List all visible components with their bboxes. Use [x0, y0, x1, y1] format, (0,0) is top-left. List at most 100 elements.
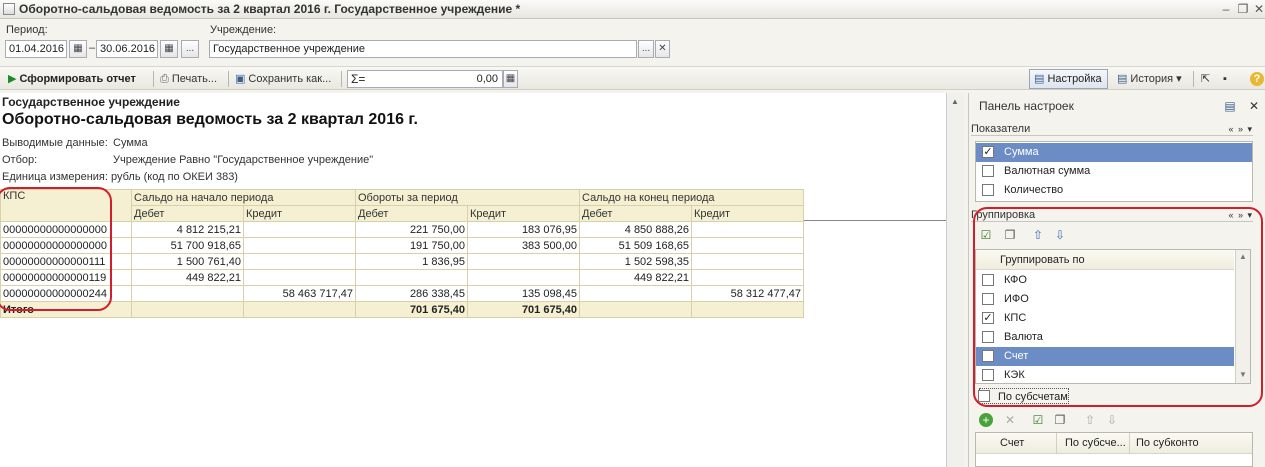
calculator-icon[interactable]: ▦ [503, 70, 518, 88]
move-up-icon[interactable]: ⇧ [1083, 413, 1097, 427]
cell-closing-credit[interactable] [691, 237, 804, 254]
cell-closing-credit[interactable] [691, 253, 804, 270]
settings-button[interactable]: ▤ Настройка [1029, 69, 1108, 89]
indicator-label: Валютная сумма [1004, 165, 1091, 177]
cell-closing-credit[interactable]: 58 312 477,47 [691, 285, 804, 302]
cell-closing-credit[interactable] [691, 269, 804, 286]
save-as-button[interactable]: ▣ Сохранить как... [235, 70, 331, 88]
report-toolbar: ▶ Сформировать отчет ⎙ Печать... ▣ Сохранит… [0, 66, 1265, 90]
help-icon[interactable]: ? [1250, 72, 1264, 86]
indicator-item-sum[interactable]: ✓ Сумма [976, 143, 1252, 162]
cell-closing-debit[interactable] [579, 285, 692, 302]
page-break-line [804, 220, 946, 221]
close-icon[interactable]: ✕ [1252, 2, 1265, 16]
header-credit: Кредит [243, 205, 356, 222]
cell-turnover-credit[interactable]: 135 098,45 [467, 285, 580, 302]
cell-turnover-credit[interactable] [467, 253, 580, 270]
collapse-arrows-icon[interactable]: « » ▾ [1228, 122, 1253, 136]
institution-field[interactable]: Государственное учреждение [209, 40, 637, 58]
period-from-field[interactable]: 01.04.2016 [5, 40, 67, 58]
indicator-item-quantity[interactable]: Количество [976, 181, 1252, 200]
cell-opening-debit[interactable]: 1 500 761,40 [131, 253, 244, 270]
cell-opening-credit[interactable] [243, 253, 356, 270]
column-by-subaccount[interactable]: По субсче... [1065, 433, 1126, 454]
delete-icon[interactable]: ✕ [1003, 413, 1017, 427]
checkbox-currency-sum[interactable] [982, 165, 994, 177]
cell-opening-credit[interactable]: 58 463 717,47 [243, 285, 356, 302]
checkbox-quantity[interactable] [982, 184, 994, 196]
total-turnover-debit[interactable]: 701 675,40 [355, 301, 468, 318]
total-row[interactable]: Итого 701 675,40 701 675,40 [0, 301, 804, 318]
meta-unit-label: Единица измерения: рубль (код по ОКЕИ 38… [2, 171, 238, 183]
meta-output-label: Выводимые данные: [2, 137, 108, 149]
cell-closing-credit[interactable] [691, 221, 804, 238]
pin-icon[interactable]: ▪ [1223, 70, 1227, 88]
history-button[interactable]: ▤ История ▾ [1117, 70, 1182, 88]
panel-settings-icon[interactable]: ▤ [1223, 99, 1237, 113]
minimize-icon[interactable]: – [1219, 2, 1233, 16]
generate-report-button[interactable]: ▶ Сформировать отчет [8, 70, 136, 88]
institution-clear-icon[interactable]: ✕ [655, 40, 670, 58]
table-row[interactable]: 00000000000000244 58 463 717,47 286 338,… [0, 285, 804, 302]
cell-opening-debit[interactable]: 449 822,21 [131, 269, 244, 286]
cell-opening-credit[interactable] [243, 237, 356, 254]
table-row[interactable]: 00000000000000119 449 822,21 449 822,21 [0, 269, 804, 286]
column-by-subconto[interactable]: По субконто [1136, 433, 1199, 454]
column-account[interactable]: Счет [1000, 433, 1024, 454]
period-to-field[interactable]: 30.06.2016 [96, 40, 158, 58]
calendar-from-icon[interactable]: ▦ [69, 40, 87, 58]
check-all-icon[interactable]: ☑ [1031, 413, 1045, 427]
indicators-header: Показатели « » ▾ [971, 122, 1253, 136]
meta-output-value: Сумма [113, 137, 148, 149]
history-icon: ▤ [1117, 73, 1128, 86]
sum-field[interactable]: Σ= 0,00 [347, 70, 503, 88]
cell-opening-credit[interactable] [243, 221, 356, 238]
generate-report-label: Сформировать отчет [19, 73, 136, 85]
uncheck-all-icon[interactable]: ❐ [1053, 413, 1067, 427]
total-turnover-credit[interactable]: 701 675,40 [467, 301, 580, 318]
institution-select-button[interactable]: ... [638, 40, 654, 58]
filter-bar: Период: 01.04.2016 ▦ – 30.06.2016 ▦ ... … [0, 19, 1265, 64]
move-down-icon[interactable]: ⇩ [1105, 413, 1119, 427]
add-icon[interactable]: + [979, 413, 993, 427]
cell-opening-debit[interactable] [131, 285, 244, 302]
checkbox-sum[interactable]: ✓ [982, 146, 994, 158]
export-icon[interactable]: ⇱ [1201, 70, 1210, 88]
save-icon: ▣ [235, 73, 246, 86]
scroll-up-icon[interactable]: ▲ [951, 97, 959, 106]
cell-turnover-debit[interactable]: 221 750,00 [355, 221, 468, 238]
cell-opening-debit[interactable]: 51 700 918,65 [131, 237, 244, 254]
cell-turnover-credit[interactable] [467, 269, 580, 286]
cell-turnover-debit[interactable]: 286 338,45 [355, 285, 468, 302]
header-debit: Дебет [579, 205, 692, 222]
table-row[interactable]: 00000000000000000 51 700 918,65 191 750,… [0, 237, 804, 254]
cell-opening-debit[interactable]: 4 812 215,21 [131, 221, 244, 238]
table-row[interactable]: 00000000000000000 4 812 215,21 221 750,0… [0, 221, 804, 238]
total-opening-credit[interactable] [243, 301, 356, 318]
kps-column-highlight [0, 187, 112, 311]
cell-closing-debit[interactable]: 51 509 168,65 [579, 237, 692, 254]
cell-turnover-debit[interactable] [355, 269, 468, 286]
indicator-item-currency-sum[interactable]: Валютная сумма [976, 162, 1252, 181]
restore-icon[interactable]: ❐ [1236, 2, 1250, 16]
cell-turnover-debit[interactable]: 191 750,00 [355, 237, 468, 254]
calendar-to-icon[interactable]: ▦ [160, 40, 178, 58]
cell-turnover-credit[interactable]: 383 500,00 [467, 237, 580, 254]
cell-opening-credit[interactable] [243, 269, 356, 286]
period-choose-button[interactable]: ... [181, 40, 199, 58]
panel-close-icon[interactable]: ✕ [1247, 99, 1261, 113]
total-closing-debit[interactable] [579, 301, 692, 318]
indicator-label: Сумма [1004, 146, 1039, 158]
cell-closing-debit[interactable]: 1 502 598,35 [579, 253, 692, 270]
total-closing-credit[interactable] [691, 301, 804, 318]
print-button[interactable]: ⎙ Печать... [160, 70, 217, 88]
cell-turnover-credit[interactable]: 183 076,95 [467, 221, 580, 238]
report-scrollbar[interactable]: ▲ [946, 93, 964, 467]
meta-filter-value: Учреждение Равно "Государственное учрежд… [113, 154, 374, 166]
cell-closing-debit[interactable]: 449 822,21 [579, 269, 692, 286]
history-label: История [1130, 73, 1174, 85]
cell-closing-debit[interactable]: 4 850 888,26 [579, 221, 692, 238]
cell-turnover-debit[interactable]: 1 836,95 [355, 253, 468, 270]
table-row[interactable]: 00000000000000111 1 500 761,40 1 836,95 … [0, 253, 804, 270]
total-opening-debit[interactable] [131, 301, 244, 318]
